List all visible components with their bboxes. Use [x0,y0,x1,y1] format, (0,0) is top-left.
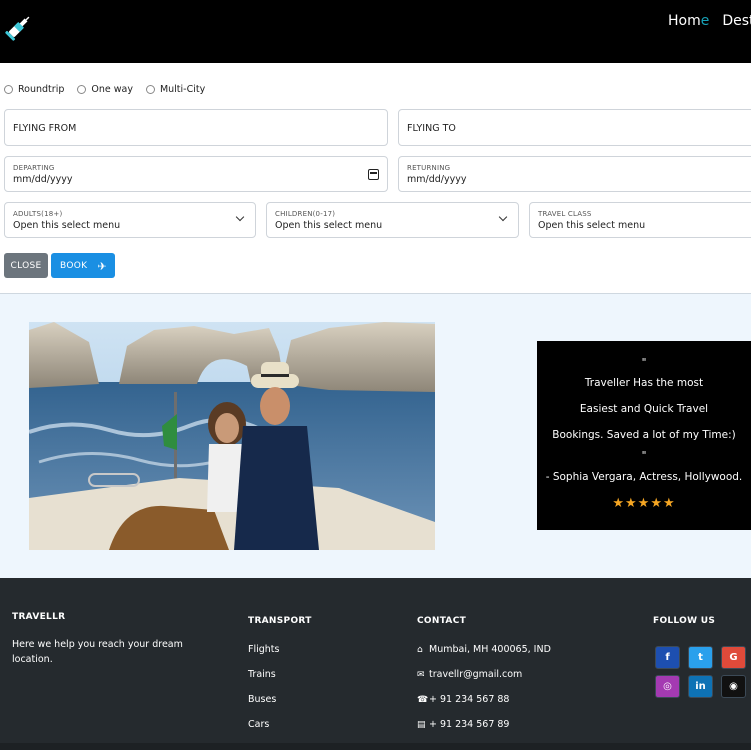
fax-icon: ▤ [417,720,426,730]
contact-address-text: Mumbai, MH 400065, IND [429,644,551,655]
children-select[interactable]: CHILDREN(0-17) Open this select menu [266,202,519,238]
footer-follow-title: FOLLOW US [653,616,716,626]
radio-button-icon[interactable] [77,85,87,94]
footer-link-cars[interactable]: Cars [248,719,269,730]
nav-links: Home Desti [668,13,751,29]
phone-icon: ☎ [417,695,429,705]
contact-fax: ▤ + 91 234 567 89 [417,719,509,730]
radio-multi-city[interactable]: Multi-City [145,84,206,95]
children-value: Open this select menu [275,220,383,231]
footer: TRAVELLR Here we help you reach your dre… [0,578,751,750]
flying-to-input[interactable]: FLYING TO [398,109,751,146]
footer-brand-title: TRAVELLR [12,612,66,622]
close-button[interactable]: CLOSE [4,253,48,278]
footer-transport-title: TRANSPORT [248,616,312,626]
flying-from-placeholder: FLYING FROM [13,123,77,134]
travel-class-select[interactable]: TRAVEL CLASS Open this select menu [529,202,751,238]
flying-from-input[interactable]: FLYING FROM [4,109,388,146]
nav-home-link[interactable]: Home [668,13,709,29]
returning-label: RETURNING [407,164,451,172]
contact-address: ⌂ Mumbai, MH 400065, IND [417,644,551,655]
calendar-icon[interactable] [368,169,379,180]
radio-roundtrip-label: Roundtrip [18,84,65,95]
nav-destinations-link[interactable]: Desti [722,13,751,29]
linkedin-icon[interactable]: in [688,675,713,698]
home-icon: ⌂ [417,645,423,655]
facebook-icon[interactable]: f [655,646,680,669]
testimonial-card: " Traveller Has the most Easiest and Qui… [537,341,751,530]
testimonial-section: " Traveller Has the most Easiest and Qui… [0,294,751,578]
flying-to-placeholder: FLYING TO [407,123,456,134]
travel-class-value: Open this select menu [538,220,646,231]
departing-label: DEPARTING [13,164,55,172]
close-button-label: CLOSE [10,260,42,271]
radio-one-way-label: One way [91,84,133,95]
star-rating: ★★★★★ [612,496,676,511]
syringe-icon[interactable] [4,12,34,42]
quote-author: - Sophia Vergara, Actress, Hollywood. [545,471,743,483]
returning-date-input[interactable]: RETURNING mm/dd/yyyy [398,156,751,192]
github-icon[interactable]: ◉ [721,675,746,698]
adults-select[interactable]: ADULTS(18+) Open this select menu [4,202,256,238]
footer-bottom-bar [0,743,751,750]
book-button[interactable]: BOOK ✈ [51,253,115,278]
footer-link-buses[interactable]: Buses [248,694,276,705]
quote-line-1: Traveller Has the most [584,377,704,389]
instagram-icon[interactable]: ◎ [655,675,680,698]
contact-phone-text: + 91 234 567 88 [429,694,510,705]
radio-multi-city-label: Multi-City [159,84,206,95]
contact-fax-text: + 91 234 567 89 [429,719,510,730]
nav-home-accent: e [700,13,710,29]
footer-brand-text: Here we help you reach your dream locati… [12,639,183,665]
envelope-icon: ✉ [417,670,425,680]
returning-value: mm/dd/yyyy [407,174,467,185]
testimonial-photo [29,322,435,550]
radio-one-way[interactable]: One way [77,84,133,95]
navbar: Home Desti [0,0,751,63]
plane-icon: ✈ [97,260,107,273]
contact-email-text: travellr@gmail.com [429,669,523,680]
radio-button-icon[interactable] [145,85,155,94]
departing-value: mm/dd/yyyy [13,174,73,185]
footer-contact-title: CONTACT [417,616,467,626]
adults-value: Open this select menu [13,220,121,231]
travel-class-label: TRAVEL CLASS [538,210,592,218]
quote-open: " [641,357,647,369]
twitter-icon[interactable]: t [688,646,713,669]
book-button-label: BOOK [60,260,88,271]
children-label: CHILDREN(0-17) [275,210,336,218]
quote-close: " [641,450,647,462]
google-icon[interactable]: G [721,646,746,669]
departing-date-input[interactable]: DEPARTING mm/dd/yyyy [4,156,388,192]
radio-roundtrip[interactable]: Roundtrip [4,84,64,95]
nav-home-label: Hom [668,13,701,29]
adults-label: ADULTS(18+) [13,210,63,218]
trip-type-radio-group: Roundtrip One way Multi-City [4,84,218,95]
quote-line-3: Bookings. Saved a lot of my Time:) [552,429,736,441]
footer-link-trains[interactable]: Trains [248,669,276,680]
footer-link-flights[interactable]: Flights [248,644,279,655]
quote-line-2: Easiest and Quick Travel [579,403,709,415]
contact-email[interactable]: ✉ travellr@gmail.com [417,669,522,680]
chevron-down-icon [498,212,508,222]
radio-button-icon[interactable] [4,85,13,94]
contact-phone[interactable]: ☎+ 91 234 567 88 [417,694,509,705]
chevron-down-icon [235,212,245,222]
